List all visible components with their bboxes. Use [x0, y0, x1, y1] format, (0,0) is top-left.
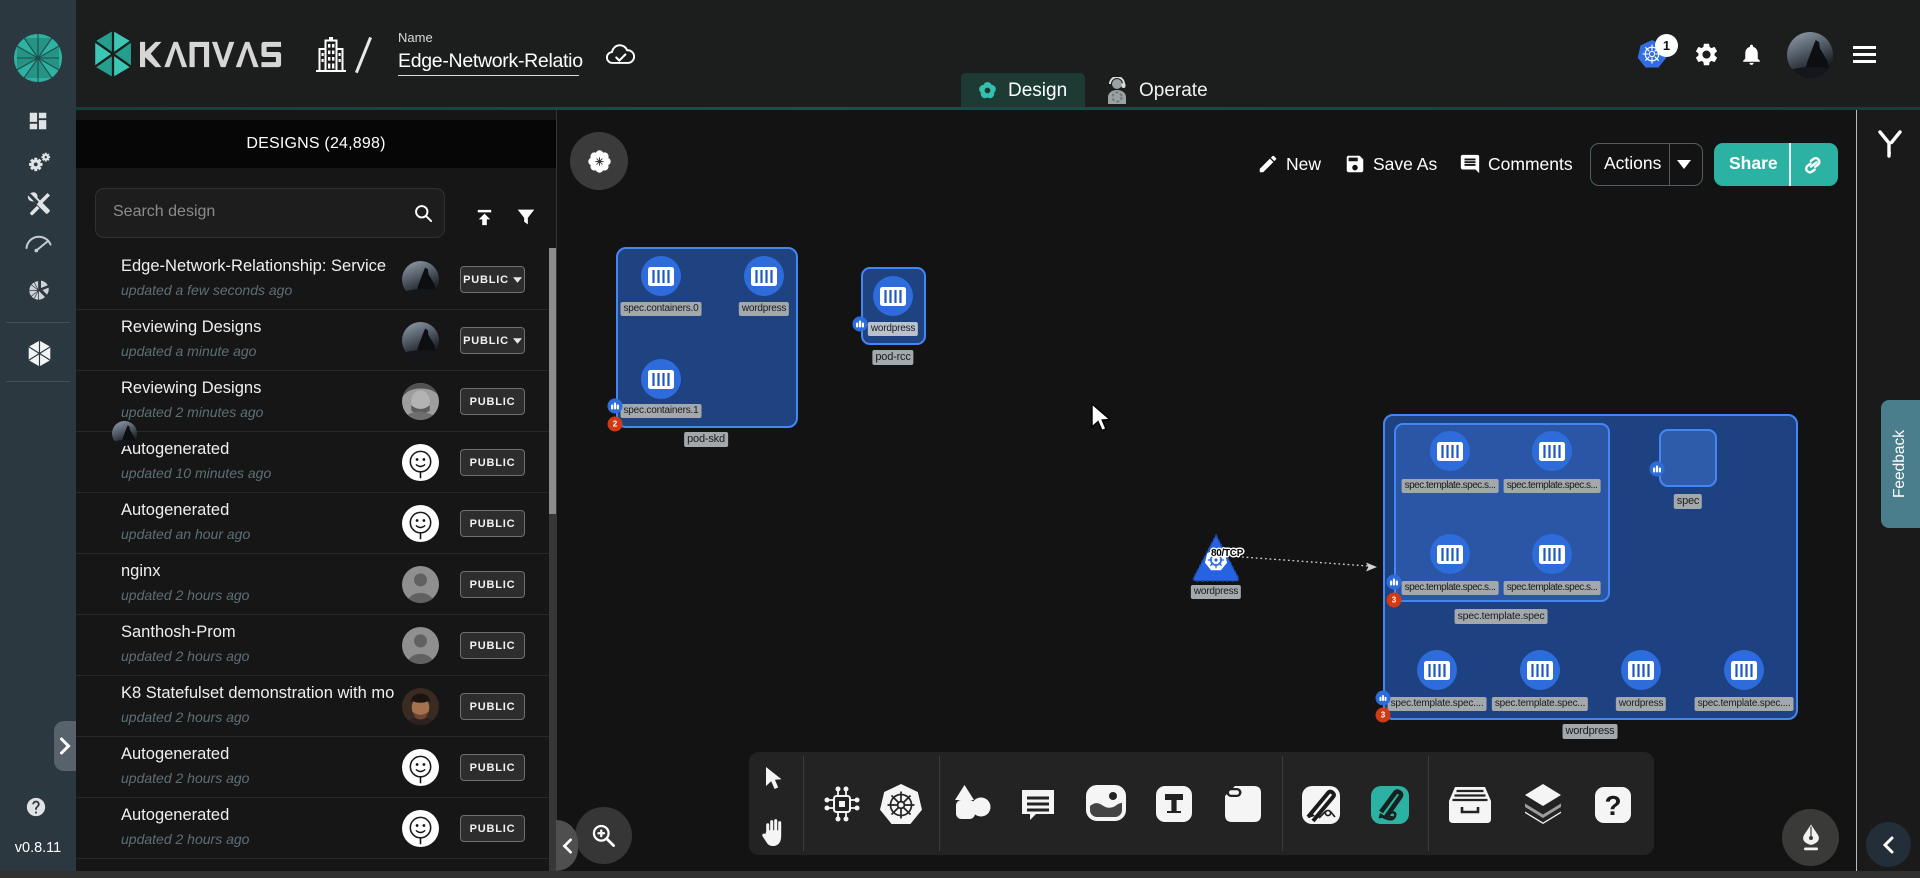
- svg-text:?: ?: [1604, 790, 1621, 821]
